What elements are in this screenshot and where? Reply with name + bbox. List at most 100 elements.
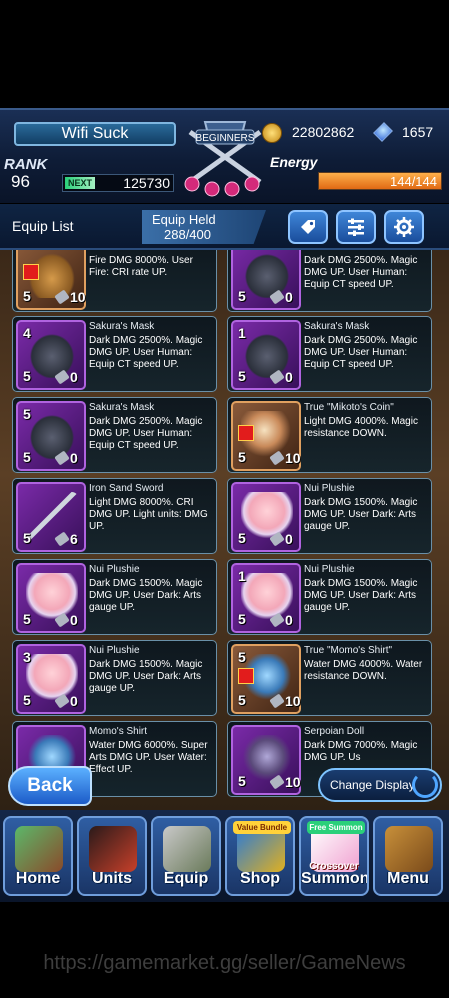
equip-description: Dark DMG 7000%. Magic DMG UP. Us [304,740,418,763]
equip-level: 5 [238,692,246,708]
next-label: NEXT [65,177,95,189]
player-name[interactable]: Wifi Suck [14,122,176,146]
red-badge-icon [23,264,39,280]
equip-level: 5 [238,368,246,384]
equip-thumbnail: 56 [16,482,86,552]
filter-button[interactable] [336,210,376,244]
equip-count: 0 [70,369,78,385]
equip-name: Nui Plushie [89,645,140,656]
nav-label: Home [15,870,61,887]
nav-label: Menu [387,870,429,887]
equip-count: 10 [285,450,301,466]
nav-summon[interactable]: Free Summon Crossover Summon [299,816,369,896]
equip-card[interactable]: 5 0 Nui Plushie Dark DMG 1500%. Magic DMG U… [12,559,217,635]
nav-units[interactable]: Units [77,816,147,896]
equip-top-number: 1 [238,568,246,584]
energy-bar: 144/144 [318,172,442,190]
gear-icon [394,217,414,237]
equip-description: Dark DMG 1500%. Magic DMG UP. User Dark:… [89,659,203,694]
equip-thumbnail: 1 5 0 [231,563,301,633]
nav-menu[interactable]: Menu [373,816,443,896]
equip-name: Iron Sand Sword [89,483,164,494]
equip-thumbnail: 50 [16,563,86,633]
equip-thumbnail: 4 5 0 [16,320,86,390]
equip-thumbnail: 5 10 [231,401,301,471]
nav-equip[interactable]: Equip [151,816,221,896]
change-display-button[interactable]: Change Display [318,768,442,802]
equip-count: 0 [70,693,78,709]
nav-tag: Value Bundle [233,821,291,834]
equip-name: Nui Plushie [89,564,140,575]
equip-card[interactable]: 5 0 Dark DMG 2500%. Magic DMG UP. User Hum… [227,250,432,312]
equip-count: 10 [70,289,86,305]
equip-description: Dark DMG 2500%. Magic DMG UP. User Human… [89,335,203,370]
equip-level: 5 [23,288,31,304]
equip-level: 5 [238,288,246,304]
equip-name: Sakura's Mask [89,402,155,413]
equip-level: 5 [23,449,31,465]
equip-description: Light DMG 8000%. CRI DMG UP. Light units… [89,497,208,532]
nav-label: Units [92,870,132,887]
equip-description: Water DMG 6000%. Super Arts DMG UP. User… [89,740,208,775]
next-xp-value: 125730 [123,175,170,191]
coin-count: 22802862 [292,124,355,140]
equip-name: Nui Plushie [304,483,355,494]
equip-card[interactable]: 4 5 0 Sakura's Mask Dark DMG 2500%. Magic DM… [12,316,217,392]
xp-bar: NEXT 125730 [62,174,174,192]
equip-count: 0 [285,289,293,305]
equip-name: Sakura's Mask [89,321,155,332]
equip-card[interactable]: 5 10 Fire DMG 8000%. User Fire: CRI rate U… [12,250,217,312]
equip-count: 0 [285,369,293,385]
equip-level: 5 [238,611,246,627]
equip-level: 5 [23,692,31,708]
equip-name: Nui Plushie [304,564,355,575]
equip-held-label: Equip Held [152,212,216,227]
gem-icon [373,122,393,142]
watermark: https://gamemarket.gg/seller/GameNews [43,952,406,974]
settings-button[interactable] [384,210,424,244]
tag-icon [301,220,315,234]
equip-card[interactable]: 1 5 0 Nui Plushie Dark DMG 1500%. Magic DMG … [227,559,432,635]
equip-top-number: 5 [238,649,246,665]
equip-description: Dark DMG 2500%. Magic DMG UP. User Human… [304,335,418,370]
status-area [0,0,449,108]
red-badge-icon [238,425,254,441]
equip-card[interactable]: 1 5 0 Sakura's Mask Dark DMG 2500%. Magic DM… [227,316,432,392]
energy-label: Energy [270,154,318,170]
change-display-label: Change Display [330,778,415,792]
equip-thumbnail: 5 10 [231,725,301,795]
equip-card[interactable]: 5 5 10 True "Momo's Shirt" Water DMG 4000%. … [227,640,432,716]
equip-card[interactable]: 5 10 True "Mikoto's Coin" Light DMG 4000%. … [227,397,432,473]
equip-description: Dark DMG 1500%. Magic DMG UP. User Dark:… [89,578,203,613]
equip-level: 5 [23,611,31,627]
nav-shop[interactable]: Value Bundle Shop [225,816,295,896]
equip-card[interactable]: 5 5 0 Sakura's Mask Dark DMG 2500%. Magic DM… [12,397,217,473]
equip-top-number: 4 [23,325,31,341]
equip-thumbnail: 5 10 [16,250,86,310]
equip-card[interactable]: 5 0 Nui Plushie Dark DMG 1500%. Magic DMG U… [227,478,432,554]
equip-name: True "Momo's Shirt" [304,645,393,656]
equip-list-title: Equip List [12,218,74,234]
equip-description: Dark DMG 1500%. Magic DMG UP. User Dark:… [304,497,418,532]
equip-count: 0 [285,612,293,628]
equip-level: 5 [238,449,246,465]
equip-description: Dark DMG 2500%. Magic DMG UP. User Human… [304,255,418,290]
equip-card[interactable]: 5 6 Iron Sand Sword Light DMG 8000%. CRI DM… [12,478,217,554]
emblem-text: BEGINNERS [196,133,255,144]
equip-description: Dark DMG 2500%. Magic DMG UP. User Human… [89,416,203,451]
equip-toolbar: Equip List Equip Held 288/400 [0,204,449,250]
cycle-icon [412,772,438,798]
equip-thumbnail: 5 5 0 [16,401,86,471]
equip-thumbnail: 50 [231,482,301,552]
equip-count: 6 [70,531,78,547]
equip-count: 0 [285,531,293,547]
nav-home[interactable]: Home [3,816,73,896]
tag-button[interactable] [288,210,328,244]
equip-list[interactable]: 5 10 Fire DMG 8000%. User Fire: CRI rate U… [0,250,449,810]
back-button[interactable]: Back [8,766,92,806]
equip-held-value: 288/400 [164,227,211,242]
equip-top-number: 5 [23,406,31,422]
equip-card[interactable]: 3 5 0 Nui Plushie Dark DMG 1500%. Magic DMG … [12,640,217,716]
nav-label: Equip [163,870,209,887]
rank-label: RANK [4,156,48,173]
